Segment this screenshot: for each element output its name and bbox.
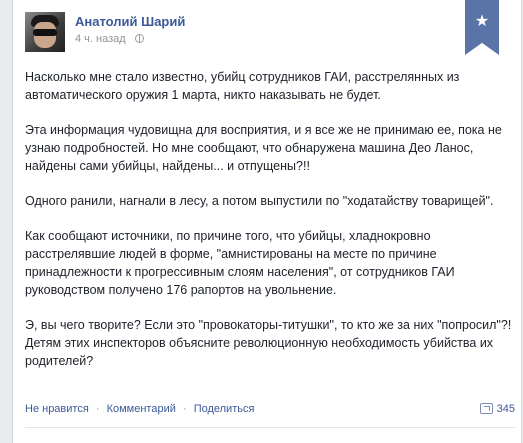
highlight-ribbon[interactable]: ★: [465, 0, 499, 55]
post-paragraph: Одного ранили, нагнали в лесу, а потом в…: [25, 194, 494, 208]
share-link[interactable]: Поделиться: [194, 403, 255, 415]
post-paragraph: Эта информация чудовищна для восприятия,…: [25, 123, 502, 173]
post-card: Анатолий Шарий 4 ч. назад ★ Насколько мн…: [12, 0, 522, 443]
post-meta: 4 ч. назад: [75, 33, 144, 45]
comment-link[interactable]: Комментарий: [107, 403, 176, 415]
unlike-link[interactable]: Не нравится: [25, 403, 89, 415]
post-paragraph: Э, вы чего творите? Если это "провокатор…: [25, 318, 512, 368]
action-separator: ·: [95, 403, 100, 415]
share-icon: [479, 403, 493, 414]
post-actions: Не нравится · Комментарий · Поделиться 3…: [25, 403, 515, 421]
author-name[interactable]: Анатолий Шарий: [75, 14, 185, 29]
star-icon: ★: [474, 13, 490, 30]
share-count-value: 345: [496, 403, 515, 415]
post-paragraph: Насколько мне стало известно, убийц сотр…: [25, 70, 460, 102]
share-count[interactable]: 345: [479, 403, 515, 415]
post-text: Насколько мне стало известно, убийц сотр…: [25, 68, 515, 387]
action-separator: ·: [182, 403, 187, 415]
globe-icon: [134, 34, 144, 43]
avatar-glasses: [33, 29, 57, 36]
post-paragraph: Как сообщают источники, по причине того,…: [25, 229, 455, 297]
author-avatar[interactable]: [25, 12, 65, 52]
post-time[interactable]: 4 ч. назад: [75, 33, 126, 45]
footer-divider: [25, 427, 515, 428]
